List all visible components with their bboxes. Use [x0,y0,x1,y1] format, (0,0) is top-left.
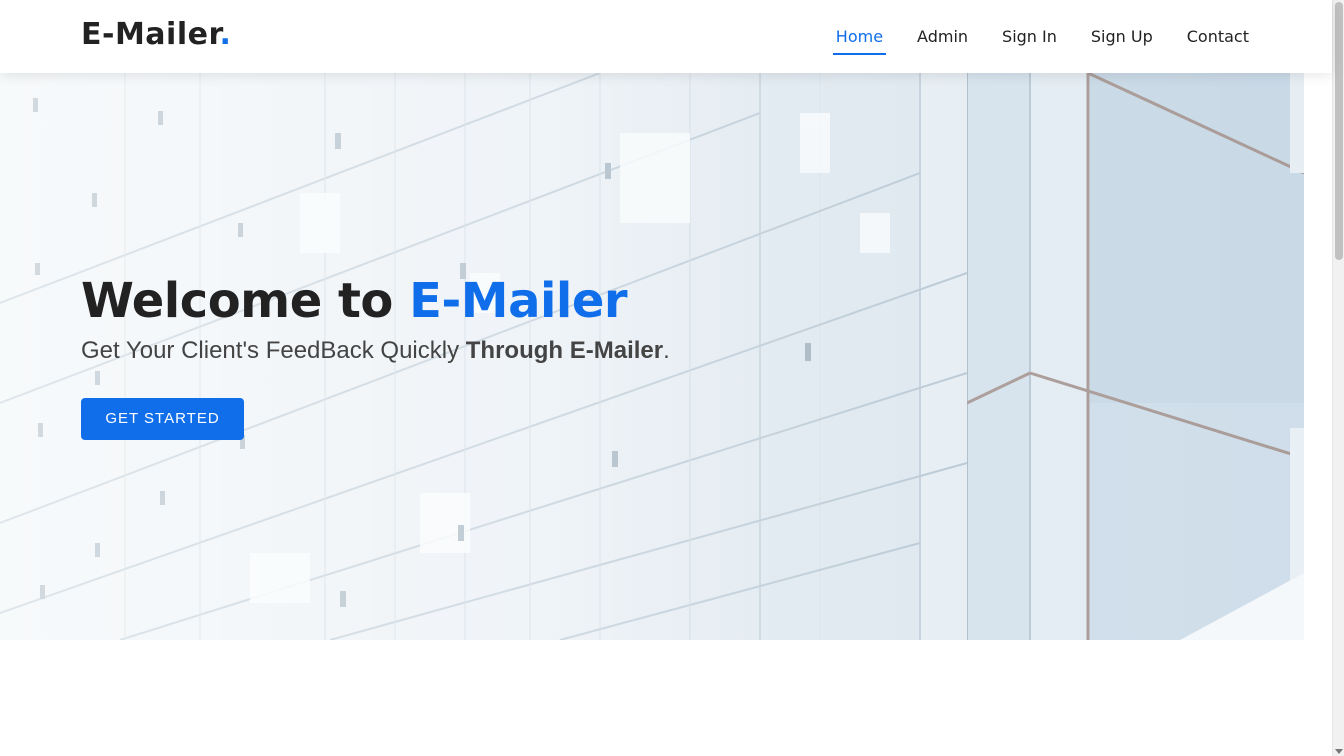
site-header: E-Mailer. Home Admin Sign In Sign Up Con… [0,0,1332,73]
get-started-button[interactable]: GET STARTED [81,398,244,440]
brand-logo[interactable]: E-Mailer. [81,17,231,53]
hero-section: Welcome to E-Mailer Get Your Client's Fe… [0,73,1304,640]
nav-admin[interactable]: Admin [900,0,985,73]
brand-name: E-Mailer [81,17,220,52]
hero-subtitle: Get Your Client's FeedBack Quickly Throu… [81,336,670,366]
nav-sign-in[interactable]: Sign In [985,0,1074,73]
hero-title: Welcome to E-Mailer [81,269,628,333]
hero-title-accent: E-Mailer [409,273,628,329]
page: E-Mailer. Home Admin Sign In Sign Up Con… [0,0,1344,756]
nav-contact[interactable]: Contact [1170,0,1249,73]
nav-home[interactable]: Home [819,0,900,73]
hero-subtitle-strong: Through E-Mailer [465,337,664,364]
main-nav: Home Admin Sign In Sign Up Contact [819,0,1249,73]
hero-subtitle-suffix: . [663,337,670,364]
scroll-down-arrow-icon[interactable] [1335,749,1343,754]
brand-dot: . [219,17,232,52]
hero-title-prefix: Welcome to [81,273,410,329]
scrollbar-thumb[interactable] [1335,2,1343,260]
page-scrollbar[interactable] [1332,0,1344,756]
nav-sign-up[interactable]: Sign Up [1074,0,1170,73]
hero-subtitle-prefix: Get Your Client's FeedBack Quickly [81,337,466,364]
